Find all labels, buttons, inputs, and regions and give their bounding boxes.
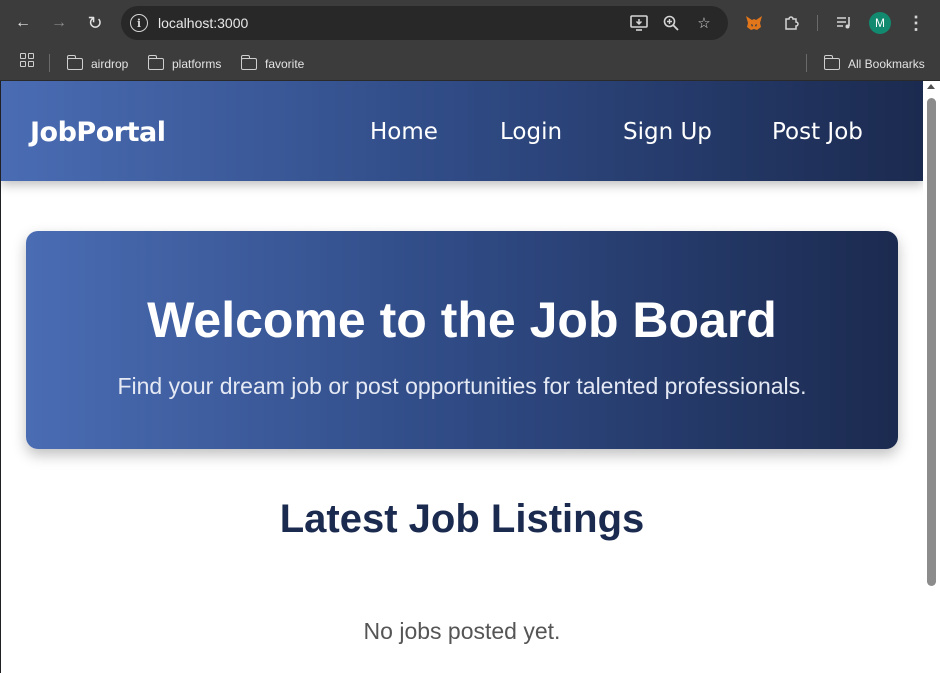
profile-avatar[interactable]: M [869, 12, 891, 34]
address-url[interactable]: localhost:3000 [158, 15, 248, 31]
site-header: JobPortal Home Login Sign Up Post Job [1, 81, 923, 181]
toolbar-separator [817, 15, 818, 31]
empty-listings-message: No jobs posted yet. [363, 618, 561, 644]
bookmark-platforms[interactable]: platforms [147, 54, 222, 74]
browser-toolbar: ← → ↻ i localhost:3000 ☆ M ⋮ [0, 0, 940, 46]
scrollbar-thumb[interactable] [927, 98, 936, 586]
all-bookmarks[interactable]: All Bookmarks [823, 54, 925, 74]
kebab-menu-icon[interactable]: ⋮ [905, 12, 927, 34]
scroll-up-arrow-icon[interactable] [927, 84, 935, 89]
bookmark-star-icon[interactable]: ☆ [694, 13, 714, 33]
nav-post-job[interactable]: Post Job [772, 119, 863, 145]
zoom-icon[interactable] [661, 13, 681, 33]
bookmarks-separator [806, 54, 807, 72]
reload-icon[interactable]: ↻ [82, 10, 108, 36]
site-info-icon[interactable]: i [130, 14, 148, 32]
bookmark-label: airdrop [91, 57, 129, 71]
bookmark-airdrop[interactable]: airdrop [66, 54, 129, 74]
hero-subtitle: Find your dream job or post opportunitie… [117, 373, 807, 399]
bookmarks-bar: airdrop platforms favorite All Bookmarks [0, 46, 940, 81]
back-arrow-icon[interactable]: ← [10, 10, 36, 36]
bookmark-label: platforms [172, 57, 222, 71]
media-controls-icon[interactable] [833, 12, 855, 34]
all-bookmarks-label: All Bookmarks [848, 57, 925, 71]
metamask-fox-icon[interactable] [743, 12, 765, 34]
bookmark-label: favorite [265, 57, 305, 71]
page-viewport: JobPortal Home Login Sign Up Post Job We… [1, 81, 923, 673]
folder-icon [823, 55, 840, 70]
address-bar[interactable]: i localhost:3000 ☆ [121, 6, 728, 40]
install-app-icon[interactable] [629, 13, 649, 33]
page-scrollbar[interactable] [923, 81, 940, 673]
folder-icon [147, 55, 164, 70]
nav-home[interactable]: Home [370, 119, 438, 145]
bookmarks-separator [49, 54, 50, 72]
folder-icon [66, 55, 83, 70]
folder-icon [240, 55, 257, 70]
nav-login[interactable]: Login [500, 119, 562, 145]
hero-title: Welcome to the Job Board [147, 292, 777, 348]
bookmark-favorite[interactable]: favorite [240, 54, 305, 74]
hero-banner: Welcome to the Job Board Find your dream… [26, 231, 898, 449]
nav-signup[interactable]: Sign Up [623, 119, 712, 145]
apps-grid-icon[interactable] [20, 53, 34, 67]
forward-arrow-icon[interactable]: → [46, 10, 72, 36]
site-brand[interactable]: JobPortal [30, 117, 166, 148]
listings-title: Latest Job Listings [279, 497, 645, 541]
extensions-puzzle-icon[interactable] [780, 12, 802, 34]
